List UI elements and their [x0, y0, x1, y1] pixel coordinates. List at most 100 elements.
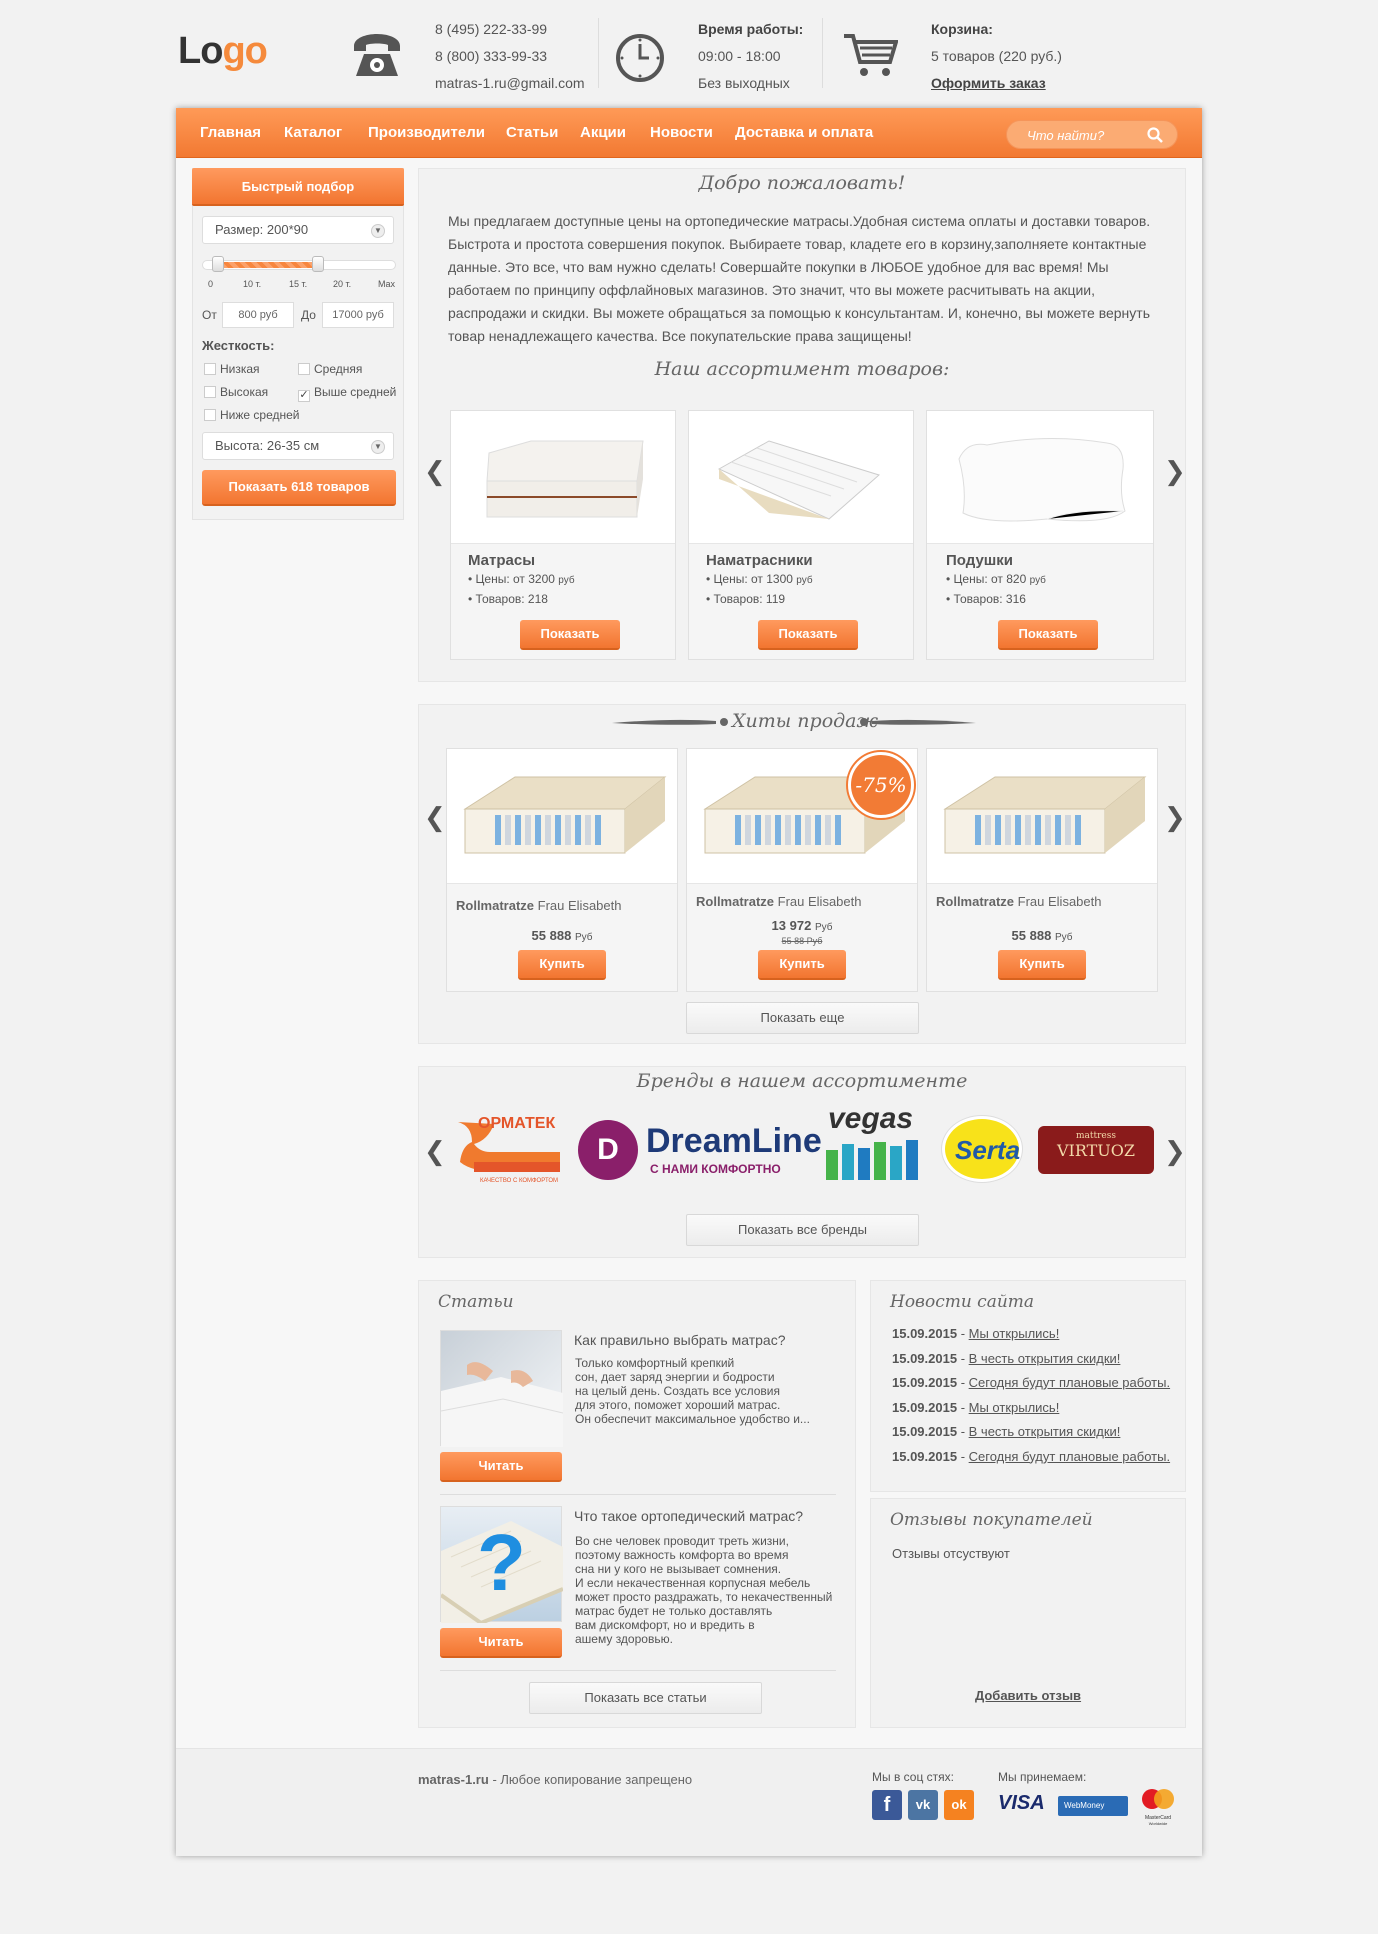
- news-item[interactable]: 15.09.2015 - Мы открылись!: [892, 1326, 1170, 1351]
- assortment-title: Наш ассортимент товаров:: [654, 358, 950, 380]
- checkbox[interactable]: [204, 363, 216, 375]
- buy-button[interactable]: Купить: [758, 950, 846, 980]
- odnoklassniki-icon[interactable]: ok: [944, 1790, 974, 1820]
- nav-promo[interactable]: Акции: [580, 124, 626, 141]
- buy-button[interactable]: Купить: [998, 950, 1086, 980]
- option-low[interactable]: Низкая: [204, 362, 260, 376]
- show-category-button[interactable]: Показать: [520, 620, 620, 650]
- mattress-topper-image: [717, 440, 881, 520]
- site-logo[interactable]: Logo: [178, 30, 268, 73]
- option-below-medium[interactable]: Ниже средней: [204, 408, 300, 422]
- facebook-icon[interactable]: f: [872, 1790, 902, 1820]
- news-item[interactable]: 15.09.2015 - В честь открытия скидки!: [892, 1424, 1170, 1449]
- nav-manufacturers[interactable]: Производители: [368, 124, 485, 141]
- chevron-down-icon: ▼: [371, 224, 385, 238]
- clock-icon: [614, 32, 666, 84]
- category-price: • Цены: от 3200 руб: [468, 572, 575, 586]
- phone-2[interactable]: 8 (800) 333-99-33: [435, 43, 585, 70]
- hours: 09:00 - 18:00: [698, 48, 781, 64]
- option-high[interactable]: Высокая: [204, 385, 268, 399]
- old-price: 55 88 Руб: [781, 936, 823, 946]
- phone-1[interactable]: 8 (495) 222-33-99: [435, 16, 585, 43]
- product-title[interactable]: Rollmatratze Frau Elisabeth: [456, 898, 621, 913]
- chevron-left-icon[interactable]: ❮: [424, 802, 446, 833]
- option-medium[interactable]: Средняя: [298, 362, 362, 376]
- article-title[interactable]: Что такое ортопедический матрас?: [574, 1508, 803, 1524]
- social-title: Мы в соц стях:: [872, 1770, 955, 1784]
- brand-virtuoz-logo[interactable]: mattress VIRTUOZ: [1038, 1126, 1154, 1174]
- nav-articles[interactable]: Статьи: [506, 124, 558, 141]
- product-title[interactable]: Rollmatratze Frau Elisabeth: [936, 894, 1101, 909]
- vk-icon[interactable]: vk: [908, 1790, 938, 1820]
- add-review-link[interactable]: Добавить отзыв: [870, 1688, 1186, 1703]
- question-icon: ?: [477, 1518, 526, 1607]
- slider-handle-max[interactable]: [312, 256, 324, 272]
- chevron-right-icon[interactable]: ❯: [1164, 802, 1186, 833]
- checkout-link[interactable]: Оформить заказ: [931, 70, 1062, 97]
- price-slider[interactable]: [202, 260, 396, 270]
- article-image[interactable]: [440, 1330, 564, 1447]
- show-all-brands-button[interactable]: Показать все бренды: [686, 1214, 919, 1246]
- size-select[interactable]: Размер: 200*90 ▼: [202, 216, 394, 244]
- show-category-button[interactable]: Показать: [998, 620, 1098, 650]
- slider-handle-min[interactable]: [212, 256, 224, 272]
- divider: [440, 1670, 836, 1671]
- news-item[interactable]: 15.09.2015 - Мы открылись!: [892, 1400, 1170, 1425]
- show-all-articles-button[interactable]: Показать все статьи: [529, 1682, 762, 1714]
- checkbox[interactable]: [298, 363, 310, 375]
- category-price: • Цены: от 820 руб: [946, 572, 1046, 586]
- read-button[interactable]: Читать: [440, 1452, 562, 1482]
- chevron-right-icon[interactable]: ❯: [1164, 456, 1186, 487]
- chevron-right-icon[interactable]: ❯: [1164, 1136, 1186, 1167]
- cart-info: 5 товаров (220 руб.): [931, 48, 1062, 64]
- reviews-title: Отзывы покупателей: [890, 1510, 1093, 1530]
- chevron-left-icon[interactable]: ❮: [424, 1136, 446, 1167]
- nav-catalog[interactable]: Каталог: [284, 124, 342, 141]
- hardness-title: Жесткость:: [202, 338, 275, 353]
- price-to-input[interactable]: 17000 руб: [322, 302, 394, 328]
- cart-icon[interactable]: [842, 32, 899, 80]
- pillow-image: [958, 437, 1126, 522]
- product-image: [463, 776, 667, 854]
- tick-max: Max: [378, 279, 396, 289]
- brand-vegas-logo[interactable]: vegas: [822, 1102, 932, 1186]
- read-button[interactable]: Читать: [440, 1628, 562, 1658]
- category-name[interactable]: Матрасы: [468, 552, 535, 569]
- category-name[interactable]: Подушки: [946, 552, 1013, 569]
- email[interactable]: matras-1.ru@gmail.com: [435, 70, 585, 97]
- buy-button[interactable]: Купить: [518, 950, 606, 980]
- news-item[interactable]: 15.09.2015 - Сегодня будут плановые рабо…: [892, 1449, 1170, 1474]
- article-excerpt: Во сне человек проводит треть жизни, поэт…: [575, 1534, 833, 1646]
- checkbox[interactable]: [204, 386, 216, 398]
- brands-title: Бренды в нашем ассортименте: [636, 1070, 968, 1092]
- show-results-button[interactable]: Показать 618 товаров: [202, 470, 396, 506]
- brand-dreamline-logo[interactable]: D DreamLine С НАМИ КОМФОРТНО: [578, 1118, 822, 1182]
- articles-title: Статьи: [438, 1292, 514, 1312]
- news-item[interactable]: 15.09.2015 - В честь открытия скидки!: [892, 1351, 1170, 1376]
- article-title[interactable]: Как правильно выбрать матрас?: [574, 1332, 786, 1348]
- category-name[interactable]: Наматрасники: [706, 552, 813, 569]
- article-image[interactable]: ?: [439, 1506, 564, 1626]
- news-item[interactable]: 15.09.2015 - Сегодня будут плановые рабо…: [892, 1375, 1170, 1400]
- tick-20: 20 т.: [333, 279, 352, 289]
- nav-news[interactable]: Новости: [650, 124, 713, 141]
- product-title[interactable]: Rollmatratze Frau Elisabeth: [696, 894, 861, 909]
- checkbox[interactable]: [204, 409, 216, 421]
- search-icon[interactable]: [1147, 127, 1163, 143]
- search-input[interactable]: Что найти?: [1006, 120, 1178, 149]
- brand-serta-logo[interactable]: Serta: [942, 1116, 1022, 1182]
- checkbox-checked[interactable]: ✓: [298, 390, 310, 402]
- nav-home[interactable]: Главная: [200, 124, 261, 141]
- discount-badge: -75%: [848, 752, 914, 818]
- height-select[interactable]: Высота: 26-35 см ▼: [202, 432, 394, 460]
- show-more-button[interactable]: Показать еще: [686, 1002, 919, 1034]
- article-excerpt: Только комфортный крепкий сон, дает заряд…: [575, 1356, 810, 1426]
- chevron-left-icon[interactable]: ❮: [424, 456, 446, 487]
- webmoney-logo: WebMoney: [1058, 1796, 1128, 1816]
- phone-icon: [350, 32, 404, 80]
- brand-ormatek-logo[interactable]: ОРМАТЕК КАЧЕСТВО С КОМФОРТОМ: [450, 1112, 564, 1188]
- show-category-button[interactable]: Показать: [758, 620, 858, 650]
- price-from-input[interactable]: 800 руб: [222, 302, 294, 328]
- nav-delivery[interactable]: Доставка и оплата: [735, 124, 873, 141]
- option-above-medium[interactable]: ✓ Выше средней: [298, 385, 396, 402]
